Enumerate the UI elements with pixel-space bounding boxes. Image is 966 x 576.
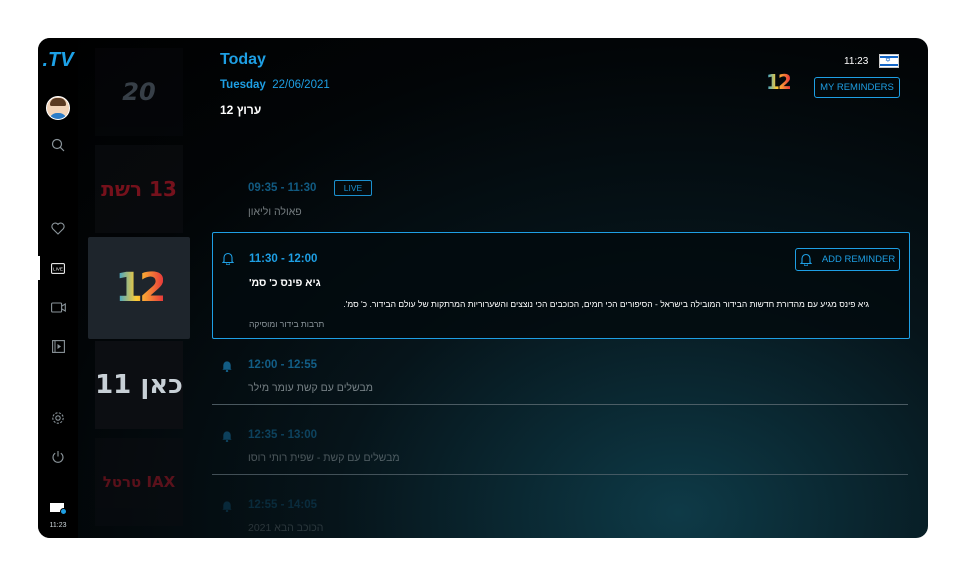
add-reminder-button[interactable]: ADD REMINDER <box>795 248 900 271</box>
program-title: הכוכב הבא 2021 <box>248 522 324 534</box>
avatar-image <box>46 96 70 120</box>
my-reminders-button[interactable]: MY REMINDERS <box>814 77 900 98</box>
selected-program[interactable]: 11:30 - 12:00 גיא פינס כ' סמ' גיא פינס מ… <box>212 232 910 339</box>
program-title: מבשלים עם קשת - שפית רותי רוסו <box>248 452 400 464</box>
channel-logo-20: 20 <box>122 78 156 106</box>
channel-12-logo: 12 <box>766 70 792 94</box>
date-label: 22/06/2021 <box>272 79 330 91</box>
channel-card-12[interactable]: 12 <box>88 237 190 339</box>
program-row[interactable]: 12:55 - 14:05 הכוכב הבא 2021 <box>212 499 908 538</box>
program-time: 12:35 - 13:00 <box>248 429 318 441</box>
channel-logo-12: 12 <box>115 265 167 311</box>
video-icon[interactable] <box>38 299 78 315</box>
live-tv-icon[interactable]: LIVE <box>38 260 78 276</box>
program-time: 12:55 - 14:05 <box>248 499 318 511</box>
power-icon[interactable] <box>38 449 78 465</box>
user-avatar[interactable] <box>38 96 78 120</box>
day-label: Tuesday <box>220 79 266 91</box>
heart-icon[interactable] <box>38 220 78 236</box>
recordings-icon[interactable] <box>38 338 78 354</box>
channel-logo-teletal: טרטל IAX <box>102 473 176 491</box>
search-icon[interactable] <box>38 137 78 153</box>
bell-icon[interactable] <box>222 252 234 265</box>
tv-status-icon <box>38 501 78 515</box>
row-divider <box>212 474 908 475</box>
add-reminder-label: ADD REMINDER <box>821 254 896 265</box>
app-window: .TV LIVE 11:23 20 13 רשת 12 כאן 11 טרטל … <box>38 38 928 538</box>
bell-icon[interactable] <box>221 360 233 372</box>
program-row[interactable]: 09:35 - 11:30 פאולה וליאון <box>212 182 908 222</box>
channel-logo-11: כאן 11 <box>95 370 183 400</box>
date-line: Tuesday 22/06/2021 <box>220 79 330 91</box>
settings-icon[interactable] <box>38 410 78 426</box>
bell-icon[interactable] <box>221 430 233 442</box>
program-row[interactable]: 12:00 - 12:55 מבשלים עם קשת עומר מילר <box>212 359 908 399</box>
program-time: 11:30 - 12:00 <box>249 253 318 265</box>
row-divider <box>212 404 908 405</box>
channel-card-13[interactable]: 13 רשת <box>95 145 183 233</box>
svg-text:LIVE: LIVE <box>53 266 63 271</box>
channel-card-20[interactable]: 20 <box>95 48 183 136</box>
channel-name: ערוץ 12 <box>220 103 262 117</box>
program-time: 12:00 - 12:55 <box>248 359 318 371</box>
sidebar: .TV LIVE 11:23 <box>38 38 78 538</box>
page-title: Today <box>220 51 266 68</box>
program-description: גיא פינס מגיע עם מהדורת חדשות הבידור המו… <box>343 299 869 309</box>
sidebar-clock: 11:23 <box>49 521 67 529</box>
program-row[interactable]: 12:35 - 13:00 מבשלים עם קשת - שפית רותי … <box>212 429 908 469</box>
channel-card-teletal[interactable]: טרטל IAX <box>95 438 183 526</box>
program-title: מבשלים עם קשת עומר מילר <box>248 382 373 394</box>
israel-flag-icon[interactable]: ✡ <box>879 54 899 68</box>
app-logo: .TV <box>42 48 74 71</box>
channel-card-11[interactable]: כאן 11 <box>95 341 183 429</box>
channel-list: 20 13 רשת 12 כאן 11 טרטל IAX <box>88 38 190 538</box>
bell-icon[interactable] <box>221 500 233 512</box>
channel-logo-13: 13 רשת <box>101 177 177 201</box>
program-time: 09:35 - 11:30 <box>248 182 317 194</box>
header-clock: 11:23 <box>844 56 869 67</box>
bell-icon <box>799 253 812 266</box>
program-title: גיא פינס כ' סמ' <box>249 277 321 289</box>
program-genre: תרבות בידור ומוסיקה <box>249 319 325 329</box>
program-title: פאולה וליאון <box>248 206 302 218</box>
live-badge: LIVE <box>334 180 372 196</box>
